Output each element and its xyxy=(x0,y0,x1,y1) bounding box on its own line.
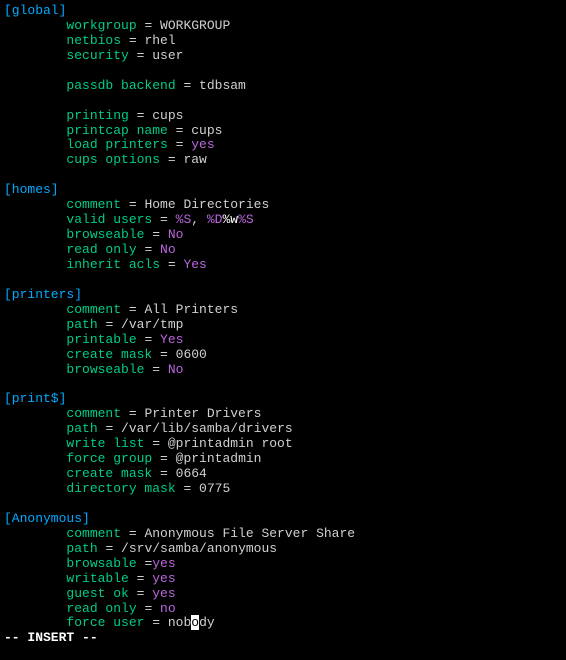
cfg-printable: printable = Yes xyxy=(4,333,562,348)
section-printers: [printers] xyxy=(4,288,562,303)
cfg-security: security = user xyxy=(4,49,562,64)
cfg-anon-comment: comment = Anonymous File Server Share xyxy=(4,527,562,542)
cfg-inheritacls: inherit acls = Yes xyxy=(4,258,562,273)
cfg-pd-path: path = /var/lib/samba/drivers xyxy=(4,422,562,437)
cfg-printers-comment: comment = All Printers xyxy=(4,303,562,318)
section-global: [global] xyxy=(4,4,562,19)
cfg-homes-readonly: read only = No xyxy=(4,243,562,258)
cfg-homes-comment: comment = Home Directories xyxy=(4,198,562,213)
section-anonymous: [Anonymous] xyxy=(4,512,562,527)
cursor: o xyxy=(191,615,199,630)
cfg-pd-comment: comment = Printer Drivers xyxy=(4,407,562,422)
cfg-anon-forceuser: force user = nobody xyxy=(4,616,562,631)
cfg-printcap: printcap name = cups xyxy=(4,124,562,139)
cfg-loadprinters: load printers = yes xyxy=(4,138,562,153)
vim-status-line: -- INSERT -- xyxy=(4,631,562,646)
cfg-anon-guestok: guest ok = yes xyxy=(4,587,562,602)
cfg-anon-browsable: browsable =yes xyxy=(4,557,562,572)
blank-line xyxy=(4,94,562,109)
cfg-anon-readonly: read only = no xyxy=(4,602,562,617)
cfg-pd-createmask: create mask = 0664 xyxy=(4,467,562,482)
cfg-workgroup: workgroup = WORKGROUP xyxy=(4,19,562,34)
section-printdollar: [print$] xyxy=(4,392,562,407)
blank-line xyxy=(4,168,562,183)
cfg-homes-browseable: browseable = No xyxy=(4,228,562,243)
blank-line xyxy=(4,64,562,79)
cfg-cupsoptions: cups options = raw xyxy=(4,153,562,168)
cfg-passdb: passdb backend = tdbsam xyxy=(4,79,562,94)
cfg-printing: printing = cups xyxy=(4,109,562,124)
cfg-printers-browseable: browseable = No xyxy=(4,363,562,378)
blank-line xyxy=(4,497,562,512)
cfg-printers-createmask: create mask = 0600 xyxy=(4,348,562,363)
cfg-forcegroup: force group = @printadmin xyxy=(4,452,562,467)
cfg-anon-path: path = /srv/samba/anonymous xyxy=(4,542,562,557)
cfg-writelist: write list = @printadmin root xyxy=(4,437,562,452)
cfg-directorymask: directory mask = 0775 xyxy=(4,482,562,497)
blank-line xyxy=(4,273,562,288)
cfg-validusers: valid users = %S, %D%w%S xyxy=(4,213,562,228)
cfg-netbios: netbios = rhel xyxy=(4,34,562,49)
cfg-anon-writable: writable = yes xyxy=(4,572,562,587)
cfg-printers-path: path = /var/tmp xyxy=(4,318,562,333)
blank-line xyxy=(4,377,562,392)
section-homes: [homes] xyxy=(4,183,562,198)
editor-content[interactable]: [global] workgroup = WORKGROUP netbios =… xyxy=(4,4,562,631)
